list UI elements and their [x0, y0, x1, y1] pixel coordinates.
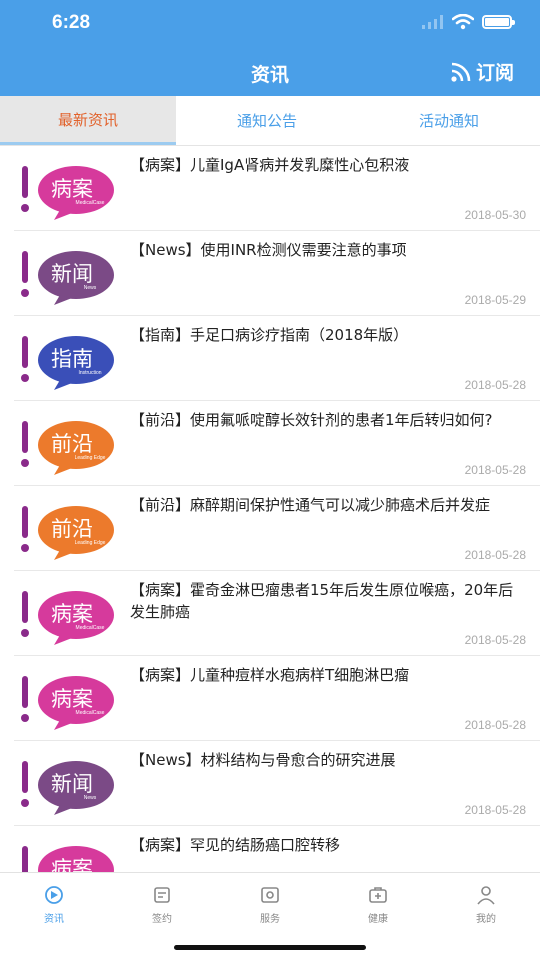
news-title: 【病案】霍奇金淋巴瘤患者15年后发生原位喉癌，20年后发生肺癌 — [130, 581, 514, 621]
svg-text:MedicalCase: MedicalCase — [76, 625, 105, 631]
svg-text:前沿: 前沿 — [51, 517, 93, 541]
news-date: 2018-05-29 — [464, 293, 526, 307]
news-title: 【病案】儿童种痘样水疱病样T细胞淋巴瘤 — [130, 666, 410, 684]
svg-text:MedicalCase: MedicalCase — [76, 710, 105, 716]
news-date: 2018-05-28 — [464, 378, 526, 392]
case-badge-icon: 病案MedicalCase — [21, 676, 114, 730]
svg-text:病案: 病案 — [51, 602, 93, 626]
subscribe-label: 订阅 — [475, 62, 514, 84]
news-title: 【指南】手足口病诊疗指南（2018年版） — [130, 326, 409, 344]
news-title: 【前沿】使用氟哌啶醇长效针剂的患者1年后转归如何? — [130, 411, 493, 429]
wifi-icon — [452, 14, 474, 30]
news-list-item[interactable]: 病案 MedicalCase 【病案】霍奇金淋巴瘤患者15年后发生原位喉癌，20年后… — [14, 571, 540, 656]
svg-text:News: News — [84, 795, 97, 801]
frontier-badge-icon: 前沿Leading Edge — [21, 421, 114, 475]
svg-text:MedicalCase: MedicalCase — [76, 200, 105, 206]
news-title: 【News】材料结构与骨愈合的研究进展 — [130, 751, 396, 769]
news-date: 2018-05-28 — [464, 633, 526, 647]
battery-icon — [482, 15, 515, 29]
news-list-item[interactable]: 前沿 Leading Edge 【前沿】麻醉期间保护性通气可以减少肺癌术后并发症 20… — [14, 486, 540, 571]
tabbar-label: 我的 — [476, 913, 496, 925]
service-icon — [261, 886, 279, 903]
case-badge-icon: 病案MedicalCase — [21, 591, 114, 645]
svg-text:Leading Edge: Leading Edge — [75, 540, 106, 546]
tabbar-item-service[interactable]: 服务 — [216, 873, 324, 935]
profile-icon — [477, 885, 495, 905]
news-list-item[interactable]: 前沿 Leading Edge 【前沿】使用氟哌啶醇长效针剂的患者1年后转归如何? 2… — [14, 401, 540, 486]
svg-text:病案: 病案 — [51, 177, 93, 201]
rss-icon — [451, 62, 471, 82]
case-badge-icon: 病案MedicalCase — [22, 846, 114, 872]
status-time: 6:28 — [52, 12, 91, 33]
tab-latest-news[interactable]: 最新资讯 — [0, 96, 176, 145]
category-tabs: 最新资讯 通知公告 活动通知 — [0, 96, 540, 146]
svg-text:病案: 病案 — [51, 687, 93, 711]
svg-text:News: News — [84, 285, 97, 291]
subscribe-button[interactable]: 订阅 — [450, 58, 514, 85]
guide-badge-icon: 指南Instruction — [21, 336, 114, 390]
svg-text:病案: 病案 — [51, 857, 93, 872]
tab-announcements[interactable]: 通知公告 — [176, 96, 358, 145]
tabbar-label: 签约 — [152, 913, 172, 925]
tabbar-item-profile[interactable]: 我的 — [432, 873, 540, 935]
news-list-item[interactable]: 新闻 News 【News】使用INR检测仪需要注意的事项 2018-05-29 — [14, 231, 540, 316]
svg-text:前沿: 前沿 — [51, 432, 93, 456]
tabbar-label: 健康 — [368, 913, 388, 925]
news-list-item[interactable]: 病案 MedicalCase 【病案】儿童IgA肾病并发乳糜性心包积液 2018-05… — [14, 146, 540, 231]
tabbar-label: 资讯 — [44, 913, 64, 925]
svg-text:新闻: 新闻 — [51, 772, 93, 796]
news-title: 【前沿】麻醉期间保护性通气可以减少肺癌术后并发症 — [130, 496, 491, 514]
tabbar-label: 服务 — [260, 913, 280, 925]
svg-text:指南: 指南 — [51, 347, 93, 371]
news-list-item[interactable]: 新闻 News 【News】材料结构与骨愈合的研究进展 2018-05-28 — [14, 741, 540, 826]
case-badge-icon: 病案MedicalCase — [21, 166, 114, 220]
news-list: 病案 MedicalCase 【病案】儿童IgA肾病并发乳糜性心包积液 2018-05… — [0, 146, 540, 872]
news-title: 【病案】儿童IgA肾病并发乳糜性心包积液 — [130, 156, 410, 174]
status-icons — [422, 14, 515, 30]
sign-icon — [154, 886, 170, 903]
svg-text:Instruction: Instruction — [78, 370, 101, 376]
news-list-item[interactable]: 指南 Instruction 【指南】手足口病诊疗指南（2018年版） 2018-05… — [14, 316, 540, 401]
frontier-badge-icon: 前沿Leading Edge — [21, 506, 114, 560]
svg-text:Leading Edge: Leading Edge — [75, 455, 106, 461]
signal-icon — [422, 15, 443, 29]
news-icon — [45, 885, 63, 904]
news-date: 2018-05-28 — [464, 548, 526, 562]
news-list-item[interactable]: 病案 MedicalCase 【病案】儿童种痘样水疱病样T细胞淋巴瘤 2018-05-… — [14, 656, 540, 741]
news-date: 2018-05-28 — [464, 463, 526, 477]
bottom-tab-bar: 资讯 签约 服务 健康 我的 — [0, 872, 540, 960]
news-date: 2018-05-28 — [464, 718, 526, 732]
home-indicator — [174, 945, 366, 950]
tab-activity-notices[interactable]: 活动通知 — [358, 96, 540, 145]
tabbar-item-health[interactable]: 健康 — [324, 873, 432, 935]
news-badge-icon: 新闻News — [21, 251, 114, 305]
news-title: 【病案】罕见的结肠癌口腔转移 — [130, 836, 341, 854]
news-title: 【News】使用INR检测仪需要注意的事项 — [130, 241, 407, 259]
news-list-item[interactable]: 病案MedicalCase 【病案】罕见的结肠癌口腔转移 — [14, 826, 540, 872]
health-icon — [369, 886, 387, 903]
tabbar-item-sign[interactable]: 签约 — [108, 873, 216, 935]
news-date: 2018-05-30 — [464, 208, 526, 222]
tabbar-item-news[interactable]: 资讯 — [0, 873, 108, 935]
app-header: 6:28 资讯 订阅 — [0, 0, 540, 96]
news-date: 2018-05-28 — [464, 803, 526, 817]
news-badge-icon: 新闻News — [21, 761, 114, 815]
status-bar: 6:28 — [0, 0, 540, 48]
svg-text:新闻: 新闻 — [51, 262, 93, 286]
